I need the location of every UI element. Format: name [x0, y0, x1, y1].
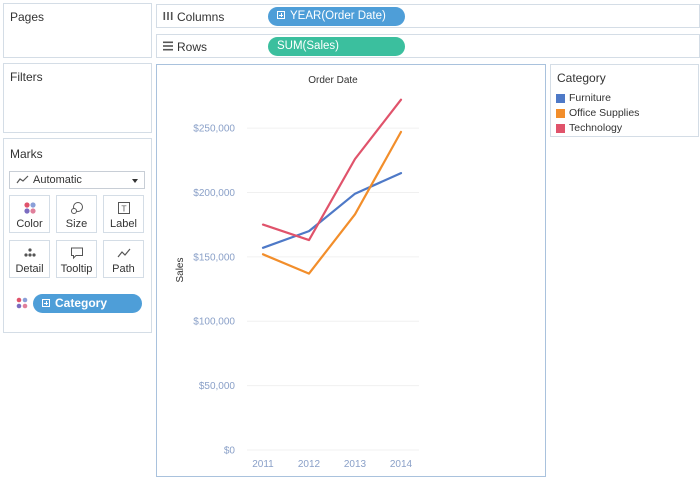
columns-pill[interactable]: YEAR(Order Date) — [268, 7, 405, 26]
y-tick-label: $50,000 — [199, 381, 236, 392]
path-icon — [104, 246, 143, 260]
columns-label: Columns — [177, 10, 225, 24]
x-tick-label: 2013 — [344, 459, 367, 470]
filters-card[interactable]: Filters — [3, 63, 152, 133]
mark-type-dropdown[interactable]: Automatic — [9, 171, 145, 189]
line-chart: Order Date Sales $0 $50,000 $100,000 $150,000… — [175, 75, 419, 470]
series-line-office-supplies — [261, 130, 403, 275]
color-field-icon — [16, 297, 28, 312]
y-tick-label: $200,000 — [193, 188, 235, 199]
legend-swatch — [556, 109, 565, 118]
chevron-down-icon — [132, 179, 138, 183]
series-lines — [261, 98, 403, 275]
rows-pill-label: SUM(Sales) — [277, 40, 339, 52]
tooltip-icon — [57, 246, 96, 260]
y-tick-label: $0 — [224, 446, 236, 457]
expand-icon — [42, 299, 50, 307]
tooltip-button[interactable]: Tooltip — [56, 240, 97, 278]
columns-pill-label: YEAR(Order Date) — [290, 10, 386, 22]
legend-label: Office Supplies — [569, 107, 640, 119]
rows-pill[interactable]: SUM(Sales) — [268, 37, 405, 56]
size-button[interactable]: Size — [56, 195, 97, 233]
columns-icon — [163, 11, 173, 24]
line-mark-icon — [16, 175, 29, 188]
color-icon — [10, 201, 49, 215]
svg-text:T: T — [121, 204, 126, 214]
rows-label: Rows — [177, 40, 208, 54]
pages-title: Pages — [10, 10, 45, 24]
legend-title: Category — [557, 71, 606, 85]
size-button-label: Size — [65, 218, 88, 230]
path-button[interactable]: Path — [103, 240, 144, 278]
legend-swatch — [556, 124, 565, 133]
marks-title: Marks — [10, 147, 43, 161]
filters-title: Filters — [10, 70, 43, 84]
legend-swatch — [556, 94, 565, 103]
series-line-furniture — [261, 171, 403, 249]
category-color-pill[interactable]: Category — [33, 294, 142, 313]
x-tick-label: 2014 — [390, 459, 413, 470]
y-axis-title: Sales — [175, 257, 186, 282]
expand-icon — [277, 11, 285, 19]
color-button[interactable]: Color — [9, 195, 50, 233]
category-pill-label: Category — [55, 296, 108, 310]
legend-label: Furniture — [569, 92, 612, 104]
detail-button[interactable]: Detail — [9, 240, 50, 278]
chart-title: Order Date — [308, 75, 358, 86]
label-button-label: Label — [110, 218, 137, 230]
color-button-label: Color — [16, 218, 43, 230]
y-tick-label: $150,000 — [193, 252, 235, 263]
rows-shelf[interactable]: Rows — [156, 34, 700, 58]
y-tick-label: $250,000 — [193, 124, 235, 135]
label-button[interactable]: T Label — [103, 195, 144, 233]
x-tick-label: 2012 — [298, 459, 321, 470]
columns-shelf[interactable]: Columns — [156, 4, 700, 28]
detail-icon — [10, 246, 49, 260]
label-icon: T — [104, 201, 143, 215]
y-tick-label: $100,000 — [193, 317, 235, 328]
tooltip-button-label: Tooltip — [60, 263, 93, 275]
pages-card[interactable]: Pages — [3, 3, 152, 58]
legend-label: Technology — [569, 122, 623, 134]
x-tick-label: 2011 — [252, 459, 274, 470]
detail-button-label: Detail — [15, 263, 44, 275]
path-button-label: Path — [112, 263, 135, 275]
chart-view[interactable]: Order Date Sales $0 $50,000 $100,000 $150,000… — [156, 64, 546, 477]
rows-icon — [163, 41, 173, 54]
size-icon — [57, 201, 96, 215]
axis-labels: Order Date Sales $0 $50,000 $100,000 $150,000… — [175, 75, 413, 470]
mark-type-label: Automatic — [33, 174, 82, 186]
